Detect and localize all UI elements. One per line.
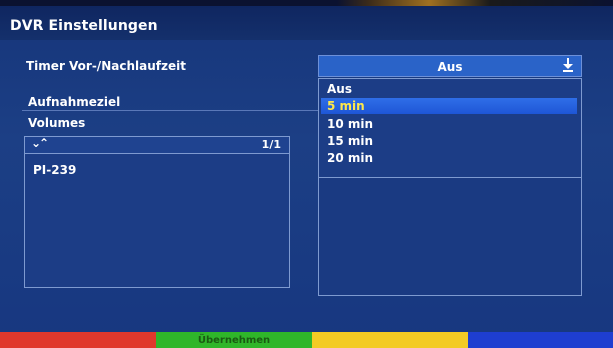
volume-item[interactable]: PI-239: [33, 163, 76, 177]
row-divider: [22, 110, 318, 111]
volume-list: ⌄⌃ 1/1 PI-239: [24, 136, 290, 288]
scroll-arrows-icon[interactable]: ⌄⌃: [31, 136, 49, 150]
dvr-settings-screen: DVR Einstellungen Timer Vor-/Nachlaufzei…: [0, 0, 613, 348]
option-15-min[interactable]: 15 min: [321, 133, 577, 149]
option-20-min[interactable]: 20 min: [321, 150, 577, 166]
dropdown-panel-body: [318, 178, 582, 296]
color-key-bar: Übernehmen: [0, 332, 613, 348]
yellow-key-button[interactable]: [312, 332, 468, 348]
dropdown-options-list: Aus 5 min 10 min 15 min 20 min: [318, 78, 582, 178]
title-bar: DVR Einstellungen: [0, 6, 613, 40]
blue-key-button[interactable]: [468, 332, 613, 348]
dropdown-current-value: Aus: [437, 60, 463, 74]
page-indicator: 1/1: [261, 138, 281, 151]
page-title: DVR Einstellungen: [10, 18, 158, 34]
volumes-label: Volumes: [28, 116, 86, 130]
option-5-min[interactable]: 5 min: [321, 98, 577, 114]
option-10-min[interactable]: 10 min: [321, 116, 577, 132]
timer-label: Timer Vor-/Nachlaufzeit: [26, 59, 186, 73]
option-aus[interactable]: Aus: [321, 81, 577, 97]
red-key-button[interactable]: [0, 332, 156, 348]
aufnahmeziel-label[interactable]: Aufnahmeziel: [28, 95, 120, 109]
volume-list-header: ⌄⌃ 1/1: [25, 136, 289, 154]
download-arrow-icon: [563, 58, 573, 72]
timer-dropdown[interactable]: Aus: [318, 55, 582, 77]
green-key-button[interactable]: Übernehmen: [156, 332, 312, 348]
